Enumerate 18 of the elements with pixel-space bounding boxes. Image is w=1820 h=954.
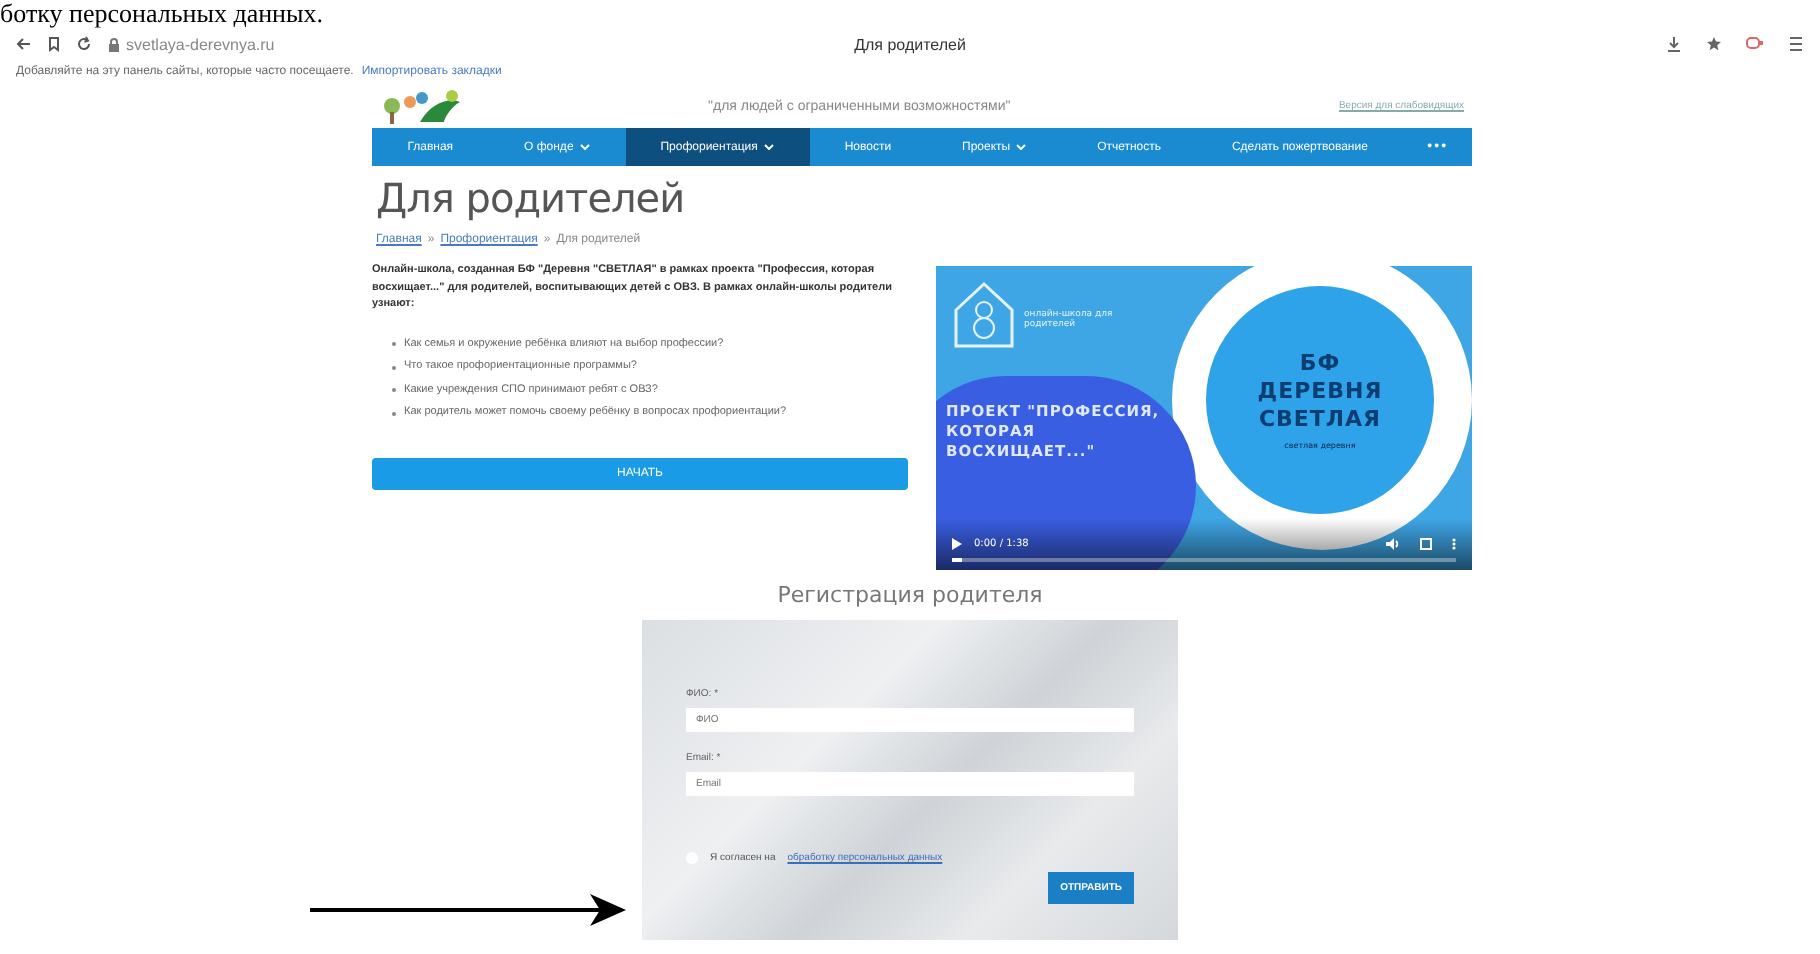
registration-title: Регистрация родителя <box>777 582 1043 608</box>
star-icon[interactable] <box>1706 36 1722 52</box>
page-heading: Для родителей <box>376 174 687 222</box>
menu-icon[interactable] <box>1788 36 1804 52</box>
house-logo-icon <box>952 278 1016 350</box>
brand-title: БФ ДЕРЕВНЯ СВЕТЛАЯ <box>1255 350 1385 434</box>
document-text: ботку персональных данных. <box>0 0 323 28</box>
download-icon[interactable] <box>1666 36 1682 52</box>
lock-icon <box>108 37 120 51</box>
play-icon[interactable] <box>952 538 962 550</box>
reload-icon[interactable] <box>76 36 92 52</box>
extension-icon[interactable] <box>1746 36 1764 50</box>
address-bar[interactable]: svetlaya-derevnya.ru <box>126 35 275 53</box>
volume-icon[interactable] <box>1386 538 1400 550</box>
fullscreen-icon[interactable] <box>1420 538 1432 550</box>
bookmark-icon[interactable] <box>48 36 60 52</box>
tab-title: Для родителей <box>854 35 966 53</box>
back-icon[interactable] <box>16 36 32 52</box>
